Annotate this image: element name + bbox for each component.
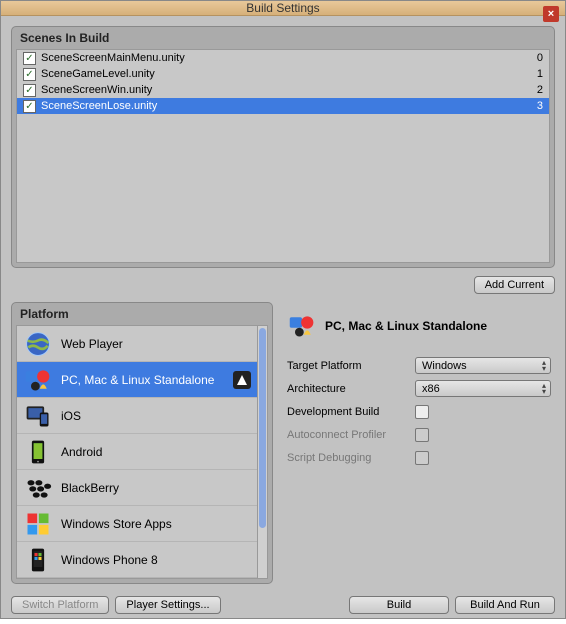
scene-row[interactable]: ✓ SceneScreenWin.unity2 <box>17 82 549 98</box>
updown-icon: ▴▾ <box>542 383 546 395</box>
close-icon: × <box>548 8 554 20</box>
ios-icon <box>23 401 53 431</box>
script-debug-checkbox <box>415 451 429 465</box>
scene-list[interactable]: ✓ SceneScreenMainMenu.unity0 ✓ SceneGameLev… <box>16 49 550 263</box>
scene-index: 3 <box>525 100 543 112</box>
scene-row[interactable]: ✓ SceneScreenLose.unity3 <box>17 98 549 114</box>
platform-panel: Platform Web Player PC, Mac & Linux Stand… <box>11 302 273 584</box>
settings-header: PC, Mac & Linux Standalone <box>287 308 551 344</box>
platform-items: Web Player PC, Mac & Linux Standalone iOS A… <box>17 326 257 578</box>
dev-build-row: Development Build <box>287 402 551 421</box>
scene-row[interactable]: ✓ SceneScreenMainMenu.unity0 <box>17 50 549 66</box>
winphone-icon <box>23 545 53 575</box>
scene-row[interactable]: ✓ SceneGameLevel.unity1 <box>17 66 549 82</box>
target-platform-value: Windows <box>422 360 467 372</box>
platform-label: PC, Mac & Linux Standalone <box>61 373 225 387</box>
platform-header: Platform <box>12 303 272 325</box>
target-platform-row: Target Platform Windows ▴▾ <box>287 356 551 375</box>
platform-label: Android <box>61 445 251 459</box>
platform-item-globe[interactable]: Web Player <box>17 326 257 362</box>
pcmaclinux-icon <box>23 365 53 395</box>
platform-scrollbar[interactable] <box>257 326 267 578</box>
scene-checkbox[interactable]: ✓ <box>23 84 36 97</box>
updown-icon: ▴▾ <box>542 360 546 372</box>
platform-label: iOS <box>61 409 251 423</box>
platform-list: Web Player PC, Mac & Linux Standalone iOS A… <box>16 325 268 579</box>
player-settings-button[interactable]: Player Settings... <box>115 596 220 614</box>
platform-label: BlackBerry <box>61 481 251 495</box>
autoconnect-checkbox <box>415 428 429 442</box>
scroll-thumb[interactable] <box>259 328 266 528</box>
winstore-icon <box>23 509 53 539</box>
platform-item-blackberry[interactable]: BlackBerry <box>17 470 257 506</box>
platform-item-pcmaclinux[interactable]: PC, Mac & Linux Standalone <box>17 362 257 398</box>
switch-platform-button: Switch Platform <box>11 596 109 614</box>
build-and-run-button[interactable]: Build And Run <box>455 596 555 614</box>
platform-item-ios[interactable]: iOS <box>17 398 257 434</box>
target-platform-label: Target Platform <box>287 360 415 372</box>
scene-name: SceneGameLevel.unity <box>41 68 525 80</box>
autoconnect-row: Autoconnect Profiler <box>287 425 551 444</box>
platform-item-android[interactable]: Android <box>17 434 257 470</box>
add-current-row: Add Current <box>11 276 555 294</box>
add-current-button[interactable]: Add Current <box>474 276 555 294</box>
unity-badge-icon <box>233 371 251 389</box>
lower-area: Platform Web Player PC, Mac & Linux Stand… <box>11 302 555 584</box>
settings-pane: PC, Mac & Linux Standalone Target Platfo… <box>283 302 555 584</box>
scene-name: SceneScreenLose.unity <box>41 100 525 112</box>
platform-item-winstore[interactable]: Windows Store Apps <box>17 506 257 542</box>
architecture-dropdown[interactable]: x86 ▴▾ <box>415 380 551 397</box>
platform-label: Web Player <box>61 337 251 351</box>
target-platform-dropdown[interactable]: Windows ▴▾ <box>415 357 551 374</box>
scene-name: SceneScreenMainMenu.unity <box>41 52 525 64</box>
platform-label: Windows Store Apps <box>61 517 251 531</box>
scene-checkbox[interactable]: ✓ <box>23 100 36 113</box>
settings-title: PC, Mac & Linux Standalone <box>325 319 487 333</box>
bottom-bar: Switch Platform Player Settings... Build… <box>11 592 555 614</box>
build-settings-window: Build Settings × Scenes In Build ✓ SceneS… <box>0 0 566 619</box>
android-icon <box>23 437 53 467</box>
dev-build-label: Development Build <box>287 406 415 418</box>
titlebar: Build Settings × <box>1 1 565 16</box>
autoconnect-label: Autoconnect Profiler <box>287 429 415 441</box>
architecture-row: Architecture x86 ▴▾ <box>287 379 551 398</box>
pcmaclinux-icon <box>287 311 317 341</box>
close-button[interactable]: × <box>543 6 559 22</box>
platform-label: Windows Phone 8 <box>61 553 251 567</box>
script-debug-label: Script Debugging <box>287 452 415 464</box>
build-button[interactable]: Build <box>349 596 449 614</box>
platform-item-winphone[interactable]: Windows Phone 8 <box>17 542 257 578</box>
script-debug-row: Script Debugging <box>287 448 551 467</box>
architecture-label: Architecture <box>287 383 415 395</box>
dev-build-checkbox[interactable] <box>415 405 429 419</box>
scene-index: 2 <box>525 84 543 96</box>
window-title: Build Settings <box>246 1 319 15</box>
scenes-panel: Scenes In Build ✓ SceneScreenMainMenu.uni… <box>11 26 555 268</box>
scene-index: 1 <box>525 68 543 80</box>
scene-name: SceneScreenWin.unity <box>41 84 525 96</box>
blackberry-icon <box>23 473 53 503</box>
architecture-value: x86 <box>422 383 440 395</box>
scenes-header: Scenes In Build <box>12 27 554 49</box>
scene-checkbox[interactable]: ✓ <box>23 52 36 65</box>
window-body: Scenes In Build ✓ SceneScreenMainMenu.uni… <box>1 16 565 624</box>
globe-icon <box>23 329 53 359</box>
scene-index: 0 <box>525 52 543 64</box>
scene-checkbox[interactable]: ✓ <box>23 68 36 81</box>
